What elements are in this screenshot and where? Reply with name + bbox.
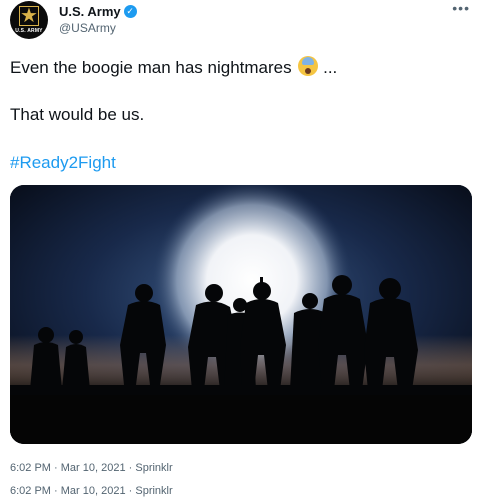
more-options-icon[interactable]: ••• [452,0,470,16]
author-info: U.S. Army ✓ @USArmy [59,3,137,35]
account-handle[interactable]: @USArmy [59,21,137,35]
avatar-logo-text: U.S. ARMY [15,28,43,34]
verified-badge-icon: ✓ [123,4,137,18]
soldiers-silhouette-photo [10,185,472,444]
hashtag-link[interactable]: #Ready2Fight [10,153,116,173]
tweet-header: ★ U.S. ARMY U.S. Army ✓ @USArmy ••• [8,0,478,40]
tweet-text-line-1: Even the boogie man has nightmares ... [10,56,337,78]
tweet-text-line-2: That would be us. [10,105,145,124]
tweet-metadata-duplicate: 6:02 PM · Mar 10, 2021 · Sprinklr [10,485,173,497]
avatar[interactable]: ★ U.S. ARMY [10,1,48,39]
tweet-date[interactable]: Mar 10, 2021 [61,462,126,474]
tweet-text-ellipsis: ... [323,58,338,77]
tweet-time[interactable]: 6:02 PM [10,462,51,474]
tweet-date: Mar 10, 2021 [60,485,126,497]
display-name[interactable]: U.S. Army [59,4,121,19]
tweet-text: Even the boogie man has nightmares [10,58,292,77]
tweet-source: Sprinklr [135,485,173,497]
army-star-icon: ★ [20,5,38,27]
meta-separator: · [50,485,61,497]
tweet-card: ★ U.S. ARMY U.S. Army ✓ @USArmy ••• Even… [0,0,482,500]
meta-separator: · [50,462,61,474]
tweet-photo[interactable] [10,185,472,444]
tweet-metadata: 6:02 PM · Mar 10, 2021 · Sprinklr [10,462,173,474]
tweet-source[interactable]: Sprinklr [135,462,172,474]
meta-separator: · [125,485,136,497]
face-screaming-in-fear-icon [298,56,319,76]
meta-separator: · [125,462,136,474]
tweet-time: 6:02 PM [10,485,51,497]
